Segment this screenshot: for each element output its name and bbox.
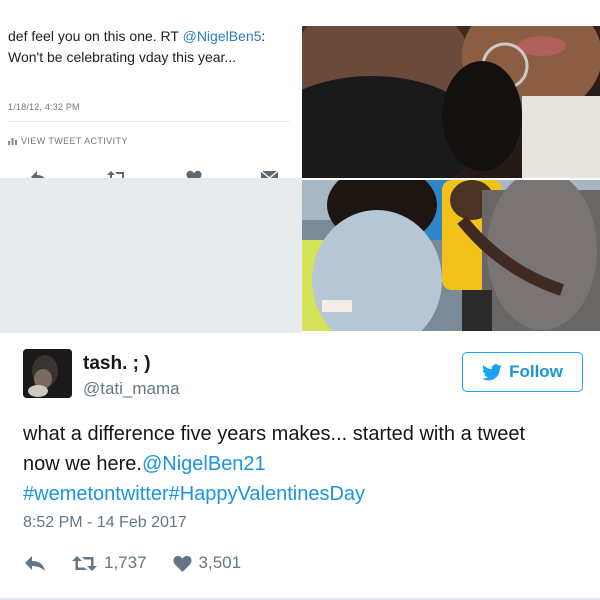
tweet-card: tash. ; ) @tati_mama Follow what a diffe…	[0, 333, 600, 600]
user-handle[interactable]: @tati_mama	[83, 379, 180, 399]
like-count: 3,501	[198, 553, 242, 572]
tweet-actions: 1,737 3,501	[24, 553, 267, 573]
reply-button[interactable]	[24, 555, 46, 572]
view-tweet-activity: VIEW TWEET ACTIVITY	[8, 136, 128, 146]
heart-icon	[172, 555, 192, 572]
retweet-button[interactable]: 1,737	[72, 553, 147, 573]
family-photo	[302, 180, 600, 331]
retweet-count: 1,737	[104, 553, 147, 572]
follow-label: Follow	[509, 362, 563, 381]
reply-icon	[25, 555, 45, 571]
family-photo-image	[302, 180, 600, 331]
blank-panel	[0, 178, 302, 333]
couple-photo-image	[302, 26, 600, 178]
avatar-image	[23, 349, 72, 398]
old-tweet-text: def feel you on this one. RT @NigelBen5:…	[8, 28, 266, 65]
embedded-collage: def feel you on this one. RT @NigelBen5:…	[0, 0, 600, 333]
tweet-text: what a difference five years makes... st…	[23, 423, 526, 505]
retweet-icon	[72, 555, 97, 571]
hashtag-links[interactable]: #wemetontwitter#HappyValentinesDay	[23, 483, 365, 505]
old-tweet-mention: @NigelBen5	[182, 28, 262, 44]
like-button[interactable]: 3,501	[172, 553, 242, 573]
old-tweet-screenshot: def feel you on this one. RT @NigelBen5:…	[0, 18, 298, 184]
avatar[interactable]	[23, 349, 72, 398]
couple-photo	[302, 26, 600, 178]
divider	[8, 121, 290, 122]
bar-chart-icon	[8, 138, 17, 145]
old-tweet-timestamp: 1/18/12, 4:32 PM	[8, 102, 80, 112]
twitter-bird-icon	[482, 363, 503, 380]
follow-button[interactable]: Follow	[462, 352, 583, 392]
display-name[interactable]: tash. ; )	[83, 353, 151, 375]
mention-link[interactable]: @NigelBen21	[142, 453, 266, 475]
tweet-timestamp[interactable]: 8:52 PM - 14 Feb 2017	[23, 514, 187, 532]
